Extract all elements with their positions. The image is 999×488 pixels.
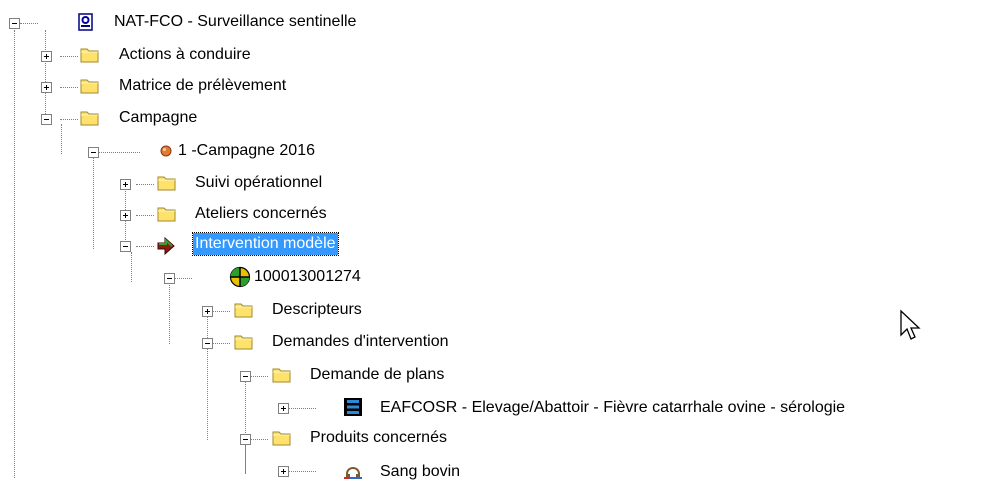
expand-toggle[interactable]	[278, 466, 289, 477]
tree-node-label[interactable]: NAT-FCO - Surveillance sentinelle	[112, 11, 358, 33]
folder-icon	[80, 46, 100, 64]
tree-connector	[136, 215, 154, 216]
plan-icon	[343, 397, 363, 417]
folder-icon	[234, 333, 254, 351]
tree-connector	[212, 343, 230, 344]
tree-connector	[60, 87, 78, 88]
expand-toggle[interactable]	[120, 210, 131, 221]
tree-connector	[45, 30, 46, 122]
tree-connector	[136, 184, 154, 185]
tree-node-label[interactable]: 100013001274	[252, 266, 363, 288]
expand-toggle[interactable]	[278, 403, 289, 414]
tree-node-label[interactable]: Matrice de prélèvement	[117, 75, 288, 97]
mouse-pointer-icon	[899, 309, 921, 343]
expand-toggle[interactable]	[202, 306, 213, 317]
campaign-node-icon	[158, 143, 174, 159]
tree-node-label[interactable]: Descripteurs	[270, 299, 364, 321]
tree-node-label[interactable]: Demandes d'intervention	[270, 331, 451, 353]
tree-connector	[250, 439, 268, 440]
tree-connector	[169, 282, 170, 344]
tree-node-label[interactable]: Sang bovin	[378, 461, 462, 483]
collapse-toggle[interactable]	[120, 241, 131, 252]
tree-connector	[93, 157, 94, 249]
tree-node-label[interactable]: EAFCOSR - Elevage/Abattoir - Fièvre cata…	[378, 397, 847, 419]
tree-connector	[20, 23, 38, 24]
tree-node-label[interactable]: Ateliers concernés	[193, 203, 329, 225]
tree-node-label[interactable]: Suivi opérationnel	[193, 172, 324, 194]
folder-icon	[272, 429, 292, 447]
collapse-toggle[interactable]	[88, 147, 99, 158]
tree-connector	[136, 246, 154, 247]
collapse-toggle[interactable]	[240, 434, 251, 445]
tree-connector	[250, 376, 268, 377]
tree-node-label[interactable]: Actions à conduire	[117, 44, 253, 66]
database-icon	[76, 12, 96, 31]
tree-node-label[interactable]: Produits concernés	[308, 427, 449, 449]
tree-connector	[61, 124, 62, 154]
target-icon	[229, 266, 251, 288]
tree-connector	[98, 152, 140, 153]
tree-connector	[288, 471, 316, 472]
folder-icon	[272, 366, 292, 384]
collapse-toggle[interactable]	[9, 18, 20, 29]
tree-node-label[interactable]: 1 -Campagne 2016	[176, 140, 317, 162]
collapse-toggle[interactable]	[41, 114, 52, 125]
tree-node-label[interactable]: Intervention modèle	[192, 232, 339, 256]
folder-icon	[80, 109, 100, 127]
tree-connector	[131, 252, 132, 282]
sample-icon	[343, 460, 363, 480]
arrow-right-icon	[156, 236, 176, 256]
tree-connector	[288, 408, 316, 409]
tree-view[interactable]: NAT-FCO - Surveillance sentinelle Action…	[0, 0, 999, 488]
tree-connector	[207, 346, 208, 440]
tree-connector	[60, 119, 78, 120]
tree-connector	[245, 444, 246, 474]
folder-icon	[157, 174, 177, 192]
collapse-toggle[interactable]	[202, 338, 213, 349]
tree-node-label[interactable]: Demande de plans	[308, 364, 446, 386]
expand-toggle[interactable]	[120, 179, 131, 190]
tree-connector	[14, 30, 15, 478]
collapse-toggle[interactable]	[164, 273, 175, 284]
collapse-toggle[interactable]	[240, 371, 251, 382]
folder-icon	[80, 77, 100, 95]
folder-icon	[234, 301, 254, 319]
expand-toggle[interactable]	[41, 51, 52, 62]
tree-node-label[interactable]: Campagne	[117, 107, 199, 129]
folder-icon	[157, 205, 177, 223]
tree-connector	[212, 311, 230, 312]
tree-connector	[174, 278, 192, 279]
tree-connector	[60, 56, 78, 57]
expand-toggle[interactable]	[41, 82, 52, 93]
